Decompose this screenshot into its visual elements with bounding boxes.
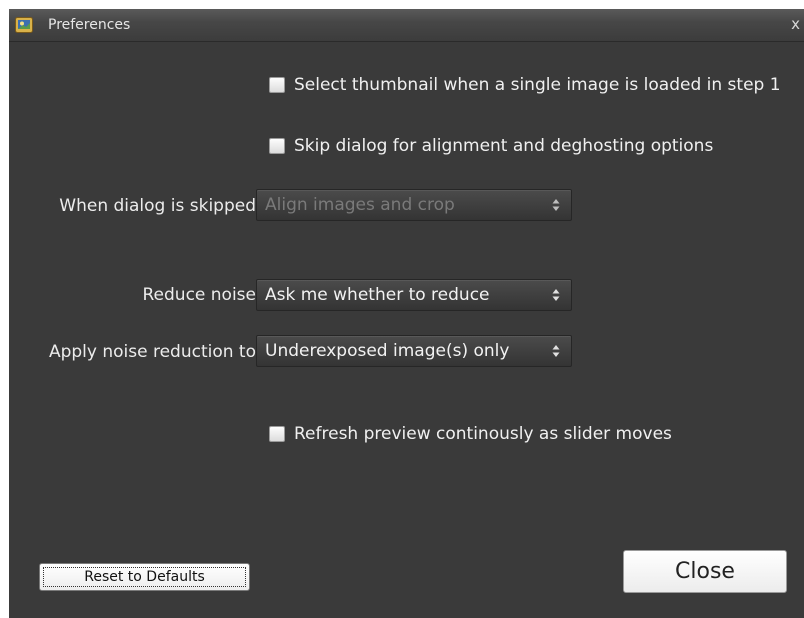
- preferences-window: Preferences x: [9, 9, 804, 618]
- up-down-arrows-icon: [552, 289, 560, 301]
- close-button[interactable]: Close: [623, 550, 787, 593]
- reset-defaults-button[interactable]: Reset to Defaults: [39, 563, 250, 591]
- skip-dialog-option[interactable]: Skip dialog for alignment and deghosting…: [269, 135, 713, 157]
- reduce-noise-select[interactable]: Ask me whether to reduce: [256, 279, 572, 311]
- when-skipped-label: When dialog is skipped: [59, 196, 256, 216]
- up-down-arrows-icon: [552, 199, 560, 211]
- title-bar: Preferences x: [9, 9, 804, 42]
- apply-noise-value: Underexposed image(s) only: [265, 341, 510, 361]
- reduce-noise-value: Ask me whether to reduce: [265, 285, 490, 305]
- app-icon: [15, 17, 33, 33]
- close-button-label: Close: [675, 559, 735, 584]
- reduce-noise-label: Reduce noise: [142, 285, 257, 305]
- refresh-preview-option[interactable]: Refresh preview continously as slider mo…: [269, 423, 672, 445]
- select-thumbnail-option[interactable]: Select thumbnail when a single image is …: [269, 74, 781, 96]
- apply-noise-label: Apply noise reduction to: [48, 342, 256, 362]
- up-down-arrows-icon: [552, 345, 560, 357]
- skip-dialog-checkbox[interactable]: [269, 138, 285, 154]
- select-thumbnail-label: Select thumbnail when a single image is …: [294, 75, 781, 95]
- reset-defaults-label: Reset to Defaults: [84, 569, 205, 585]
- select-thumbnail-checkbox[interactable]: [269, 77, 285, 93]
- when-skipped-value: Align images and crop: [265, 195, 455, 215]
- when-skipped-select[interactable]: Align images and crop: [256, 189, 572, 221]
- skip-dialog-label: Skip dialog for alignment and deghosting…: [294, 136, 714, 156]
- apply-noise-select[interactable]: Underexposed image(s) only: [256, 335, 572, 367]
- refresh-preview-checkbox[interactable]: [269, 426, 285, 442]
- close-icon[interactable]: x: [791, 15, 800, 33]
- window-title: Preferences: [48, 17, 131, 33]
- refresh-preview-label: Refresh preview continously as slider mo…: [294, 424, 672, 444]
